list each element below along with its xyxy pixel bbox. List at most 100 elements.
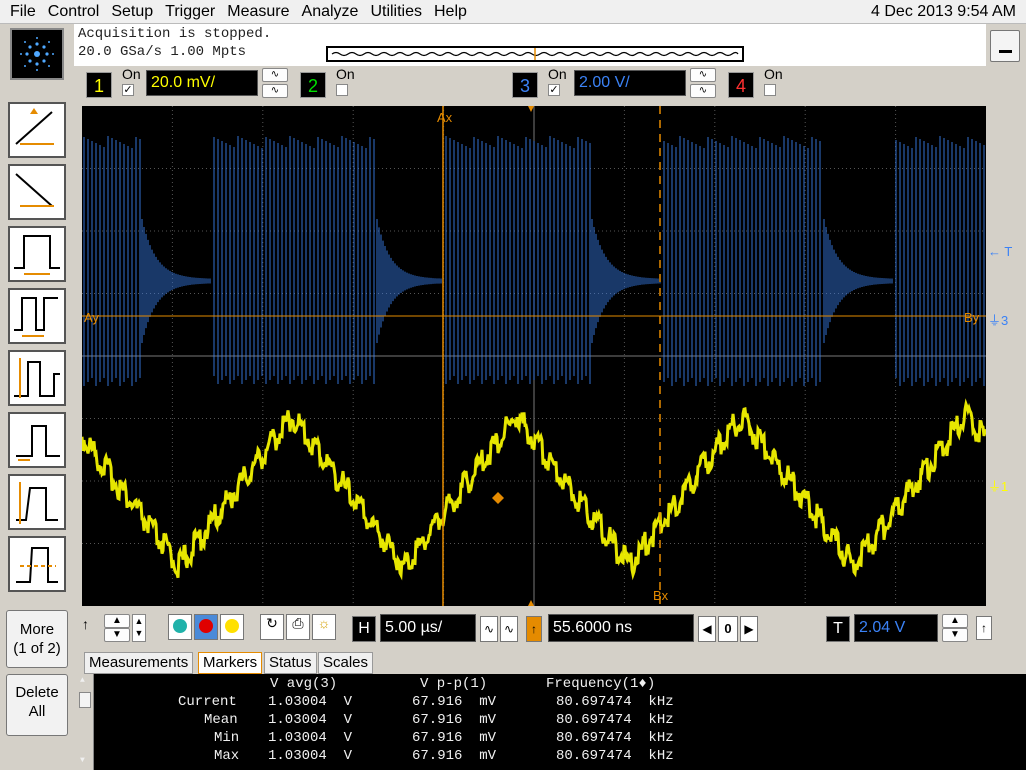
- refresh-icon[interactable]: ↻: [260, 614, 284, 640]
- date-time: 4 Dec 2013 9:54 AM: [871, 3, 1016, 20]
- trigger-button[interactable]: T: [826, 616, 850, 642]
- tab-measurements[interactable]: Measurements: [84, 652, 194, 674]
- timebase-coarse-icon[interactable]: ∿: [500, 616, 518, 642]
- color-yellow-button[interactable]: [220, 614, 244, 640]
- minimize-button[interactable]: [990, 30, 1020, 62]
- menu-setup[interactable]: Setup: [105, 0, 159, 24]
- horizontal-button[interactable]: H: [352, 616, 376, 642]
- menu-measure[interactable]: Measure: [221, 0, 295, 24]
- vavg-value: 1.03004 V: [268, 730, 353, 746]
- position-down-button[interactable]: ▼: [104, 628, 130, 642]
- ax-marker-label: Ax: [437, 110, 453, 125]
- channel-2-on-label: On: [336, 66, 355, 82]
- channel-1-scale[interactable]: 20.0 mV/: [146, 70, 258, 96]
- trigger-level-down-button[interactable]: ▼: [942, 628, 968, 642]
- print-icon[interactable]: ⎙: [286, 614, 310, 640]
- delay-reference-icon[interactable]: ↑: [526, 616, 542, 642]
- menu-trigger[interactable]: Trigger: [159, 0, 221, 24]
- channel-3-button[interactable]: 3: [512, 72, 538, 98]
- measurements-panel: ▲ ▼ V avg(3) V p-p(1) Frequency(1♦) Curr…: [78, 674, 1026, 770]
- waveform-graticule: Ax Bx Ay By: [82, 106, 986, 606]
- menu-bar: File Control Setup Trigger Measure Analy…: [0, 0, 1026, 24]
- vertical-position-icon: ↑: [82, 616, 89, 632]
- timebase-fine-icon[interactable]: ∿: [480, 616, 498, 642]
- channel-3-on-checkbox[interactable]: ✓: [548, 84, 560, 96]
- color-red-button[interactable]: [194, 614, 218, 640]
- acquisition-state-text: Acquisition is stopped.: [78, 26, 272, 42]
- delete-all-button[interactable]: Delete All: [6, 674, 68, 736]
- pulse-range-trigger-icon[interactable]: [8, 288, 66, 344]
- channel-1-button[interactable]: 1: [86, 72, 112, 98]
- channel-4-button[interactable]: 4: [728, 72, 754, 98]
- freq-value: 80.697474 kHz: [556, 694, 674, 710]
- trigger-toolbar: [0, 90, 74, 610]
- menu-file[interactable]: File: [0, 0, 42, 24]
- channel-1-ac-coupling-icon[interactable]: ∿: [262, 68, 288, 82]
- runt-trigger-icon[interactable]: [8, 350, 66, 406]
- table-row: Max 1.03004 V 67.916 mV 80.697474 kHz: [78, 748, 778, 766]
- agilent-logo: [10, 28, 64, 80]
- color-cyan-button[interactable]: [168, 614, 192, 640]
- position-up-button[interactable]: ▲: [104, 614, 130, 628]
- channel-bar: 1 On ✓ 20.0 mV/ ∿ ∿ 2 On 3 On ✓ 2.00 V/ …: [74, 66, 986, 104]
- channel-4-on-label: On: [764, 66, 783, 82]
- trigger-reference-icon[interactable]: ↑: [976, 616, 992, 640]
- timebase-value[interactable]: 5.00 µs/: [380, 614, 476, 642]
- menu-control[interactable]: Control: [42, 0, 106, 24]
- window-trigger-icon[interactable]: [8, 536, 66, 592]
- waveform-display[interactable]: Ax Bx Ay By: [82, 106, 986, 606]
- menu-help[interactable]: Help: [428, 0, 473, 24]
- delay-value[interactable]: 55.6000 ns: [548, 614, 694, 642]
- right-level-markers: ← T ⏚3 ⏚1: [986, 106, 1026, 606]
- pulse-width-trigger-icon[interactable]: [8, 226, 66, 282]
- vpp-value: 67.916 mV: [412, 730, 497, 746]
- trigger-level-value[interactable]: 2.04 V: [854, 614, 938, 642]
- trigger-level-marker: ← T: [988, 244, 1013, 259]
- menu-utilities[interactable]: Utilities: [364, 0, 428, 24]
- horizontal-controls: ↑ ▲ ▼ ▲ ▼ ↻ ⎙ ☼ H 5.00 µs/ ∿ ∿ ↑ 55.6000 …: [74, 610, 1026, 650]
- channel-1-on-label: On: [122, 66, 141, 82]
- freq-value: 80.697474 kHz: [556, 730, 674, 746]
- tab-markers[interactable]: Markers: [198, 652, 263, 674]
- channel-1-on-checkbox[interactable]: ✓: [122, 84, 134, 96]
- memory-overview-bar[interactable]: [326, 46, 744, 62]
- header-vavg: V avg(3): [270, 676, 338, 692]
- channel-1-dc-coupling-icon[interactable]: ∿: [262, 84, 288, 98]
- channel-1-ground-marker: ⏚1: [988, 479, 1009, 494]
- delay-right-button[interactable]: ▶: [740, 616, 758, 642]
- channel-3-dc-coupling-icon[interactable]: ∿: [690, 84, 716, 98]
- transition-trigger-icon[interactable]: [8, 474, 66, 530]
- channel-4-on-checkbox[interactable]: [764, 84, 776, 96]
- setup-hold-trigger-icon[interactable]: [8, 412, 66, 468]
- tab-scales[interactable]: Scales: [318, 652, 374, 674]
- vavg-value: 1.03004 V: [268, 712, 353, 728]
- vpp-value: 67.916 mV: [412, 712, 497, 728]
- delete-all-label-2: All: [28, 703, 46, 720]
- vpp-value: 67.916 mV: [412, 694, 497, 710]
- trigger-level-up-button[interactable]: ▲: [942, 614, 968, 628]
- channel-3-waveform: [83, 136, 985, 386]
- more-button-label: More: [19, 621, 55, 638]
- channel-3-ac-coupling-icon[interactable]: ∿: [690, 68, 716, 82]
- trigger-time-top-marker: [528, 106, 534, 112]
- header-frequency: Frequency(1♦): [546, 676, 656, 692]
- freq-value: 80.697474 kHz: [556, 748, 674, 764]
- channel-3-on-label: On: [548, 66, 567, 82]
- channel-2-on-checkbox[interactable]: [336, 84, 348, 96]
- vpp-value: 67.916 mV: [412, 748, 497, 764]
- delay-left-button[interactable]: ◀: [698, 616, 716, 642]
- delete-all-label-1: Delete: [15, 684, 59, 701]
- position-spinner[interactable]: ▲ ▼: [132, 614, 146, 642]
- brightness-icon[interactable]: ☼: [312, 614, 336, 640]
- menu-analyze[interactable]: Analyze: [296, 0, 365, 24]
- table-row: Min 1.03004 V 67.916 mV 80.697474 kHz: [78, 730, 778, 748]
- rising-edge-trigger-icon[interactable]: [8, 102, 66, 158]
- falling-edge-trigger-icon[interactable]: [8, 164, 66, 220]
- channel-2-button[interactable]: 2: [300, 72, 326, 98]
- measurements-header: V avg(3) V p-p(1) Frequency(1♦): [78, 676, 778, 694]
- more-button[interactable]: More (1 of 2): [6, 610, 68, 668]
- channel-3-scale[interactable]: 2.00 V/: [574, 70, 686, 96]
- tab-status[interactable]: Status: [264, 652, 317, 674]
- delay-zero-button[interactable]: 0: [718, 616, 738, 642]
- channel-3-ground-marker: ⏚3: [988, 313, 1009, 328]
